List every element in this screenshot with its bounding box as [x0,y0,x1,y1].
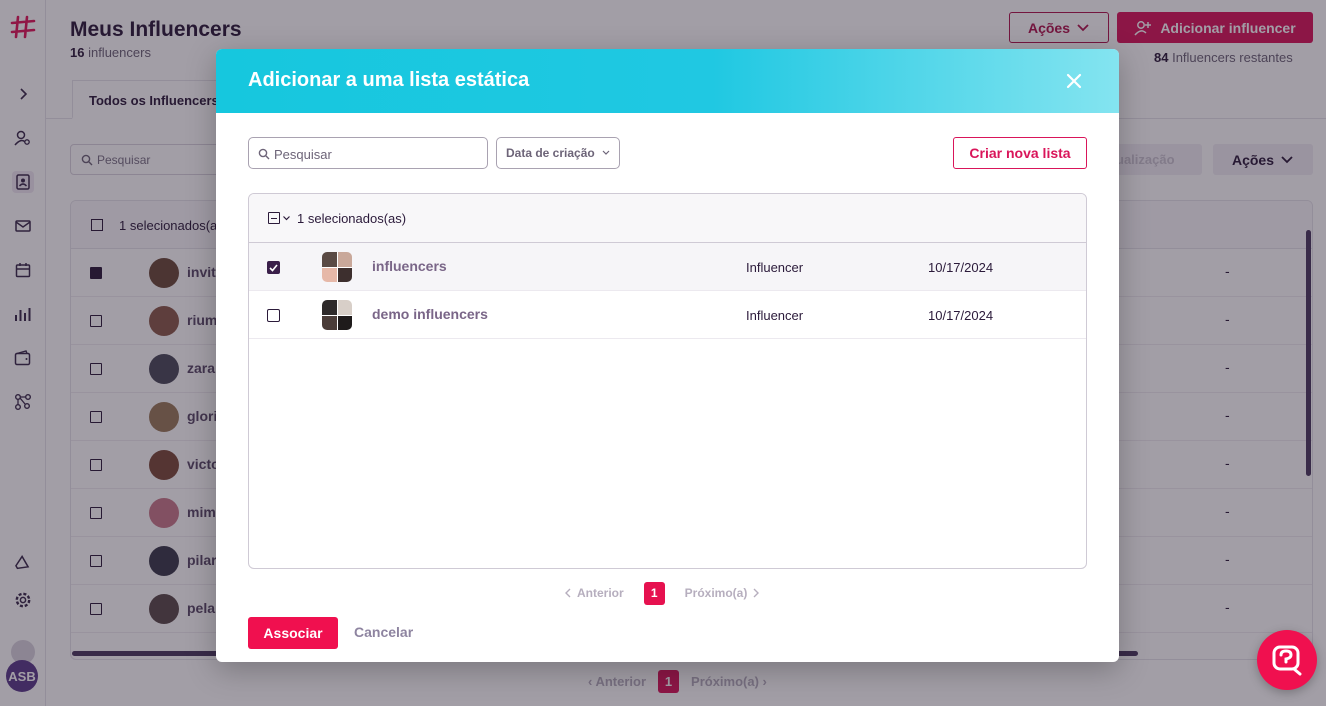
list-thumbnail [322,252,352,282]
list-checkbox[interactable] [267,309,280,322]
add-to-static-list-modal: Adicionar a uma lista estática Data de c… [216,49,1119,662]
chevron-down-icon [602,150,610,155]
modal-pagination: Anterior 1 Próximo(a) [564,581,760,605]
list-item[interactable]: influencers Influencer 10/17/2024 [249,243,1086,291]
modal-header: Adicionar a uma lista estática [216,49,1119,113]
list-date: 10/17/2024 [928,260,994,275]
list-checkbox[interactable] [267,261,280,274]
bulk-select-checkbox[interactable] [268,212,280,224]
list-type: Influencer [746,308,804,323]
lists-table-header: 1 selecionados(as) [249,194,1086,243]
prev-page-label: Anterior [577,586,624,600]
list-date: 10/17/2024 [928,308,994,323]
date-created-filter-label: Data de criação [506,146,595,160]
chat-help-icon[interactable] [1257,630,1317,690]
bulk-select-dropdown[interactable] [268,212,291,224]
selected-count: 1 selecionados(as) [297,211,407,226]
list-name[interactable]: influencers [372,258,447,274]
current-page[interactable]: 1 [643,581,665,605]
lists-table: 1 selecionados(as) influencers Influencer… [248,193,1087,569]
chevron-down-icon [283,216,290,221]
associate-button[interactable]: Associar [248,617,338,649]
prev-page-button[interactable]: Anterior [564,586,624,600]
lists-table-body: influencers Influencer 10/17/2024 demo infl… [249,243,1086,339]
list-thumbnail [322,300,352,330]
chevron-left-icon [565,588,571,598]
chevron-right-icon [753,588,760,598]
modal-title: Adicionar a uma lista estática [248,69,530,91]
next-page-button[interactable]: Próximo(a) [685,586,761,600]
next-page-label: Próximo(a) [684,586,748,600]
list-type: Influencer [746,260,804,275]
list-name[interactable]: demo influencers [372,306,488,322]
cancel-button[interactable]: Cancelar [354,624,413,640]
list-search-input[interactable] [274,144,479,164]
list-search-field[interactable] [248,137,488,169]
list-item[interactable]: demo influencers Influencer 10/17/2024 [249,291,1086,339]
close-icon[interactable] [1062,69,1086,93]
search-icon [258,148,270,160]
create-new-list-button[interactable]: Criar nova lista [953,137,1087,169]
date-created-filter[interactable]: Data de criação [496,137,620,169]
